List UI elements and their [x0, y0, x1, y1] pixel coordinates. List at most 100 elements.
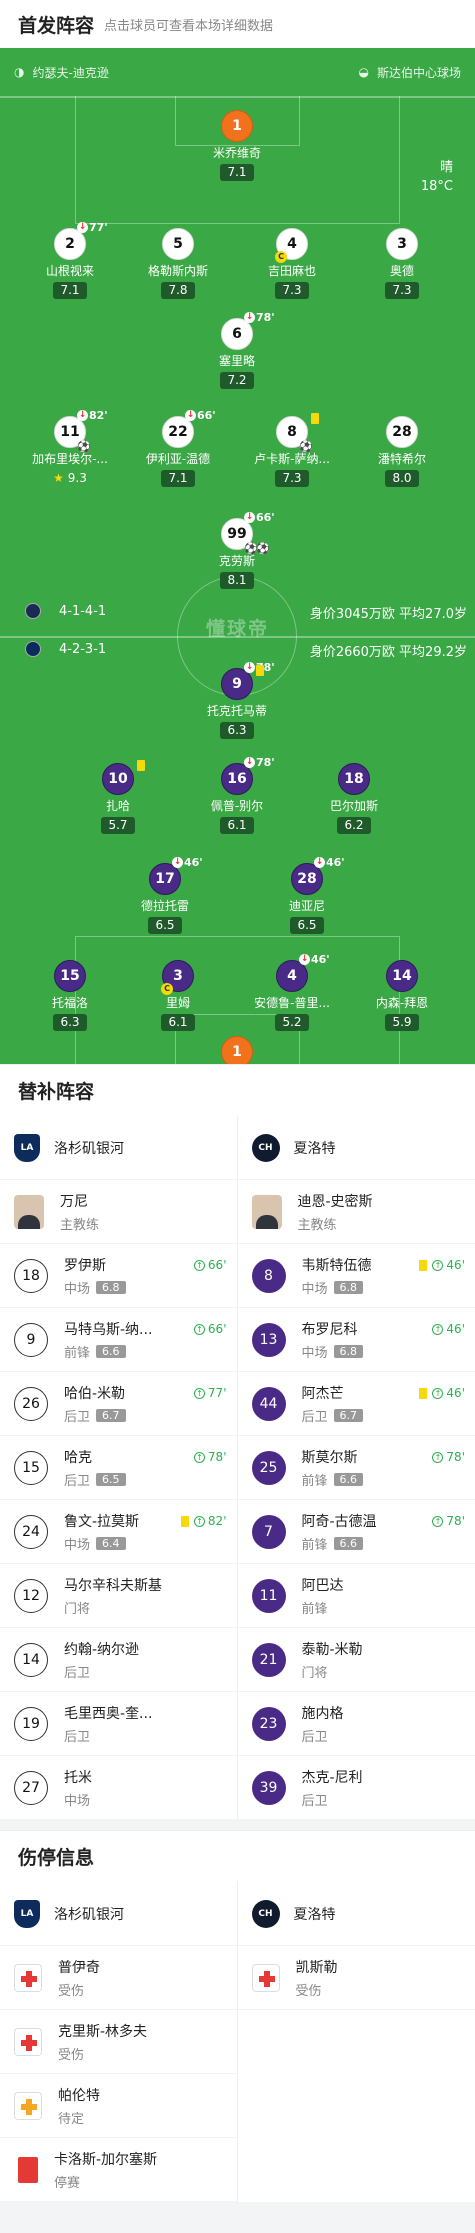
- injury-row[interactable]: 普伊奇 受伤: [0, 1946, 237, 2010]
- player-home-22[interactable]: 22 ↓ 66' 伊利亚-温德 7.1: [130, 409, 226, 487]
- player-name: 扎哈: [105, 799, 130, 813]
- goal-icon: ⚽: [256, 542, 270, 555]
- jersey-number: 2 ↓ 77': [54, 221, 108, 260]
- player-position: 前锋: [301, 1601, 328, 1617]
- sub-player-row[interactable]: 8 韦斯特伍德 中场 6.8 ↑ 46': [237, 1244, 475, 1308]
- player-away-17[interactable]: 17 ↓ 46' 德拉托雷 6.5: [117, 856, 213, 934]
- sub-player-row[interactable]: 27 托米 中场: [0, 1756, 237, 1820]
- sub-in-icon: ↑: [432, 1259, 444, 1271]
- player-away-16[interactable]: 16 ↓ 78' 佩普-别尔 6.1: [189, 756, 285, 834]
- charlotte-icon: [25, 641, 41, 657]
- sub-in-icon: ↑: [193, 1451, 205, 1463]
- la-galaxy-logo: LA: [14, 1133, 40, 1162]
- jersey-number: 3C: [161, 960, 194, 995]
- player-rating: 6.8: [333, 1344, 364, 1358]
- sub-player-row[interactable]: 13 布罗尼科 中场 6.8 ↑ 46': [237, 1308, 475, 1372]
- player-away-28[interactable]: 28 ↓ 46' 迪亚尼 6.5: [259, 856, 355, 934]
- subs-away-column: CH 夏洛特 迪恩-史密斯 主教练 8 韦斯特伍德 中场 6.8 ↑ 46' 13 布罗尼科 中场 6…: [237, 1116, 475, 1820]
- sub-player-row[interactable]: 12 马尔辛科夫斯基 门将: [0, 1564, 237, 1628]
- jersey-number: 1: [221, 110, 253, 142]
- player-home-4[interactable]: 4 C 吉田麻也 7.3: [244, 228, 340, 299]
- sub-player-row[interactable]: 25 斯莫尔斯 前锋 6.6 ↑ 78': [237, 1436, 475, 1500]
- sub-player-row[interactable]: 9 马特乌斯-纳... 前锋 6.6 ↑ 66': [0, 1308, 237, 1372]
- player-home-5[interactable]: 5 格勒斯内斯 7.8: [130, 228, 226, 299]
- sub-in-indicator: ↑ 78': [432, 1514, 465, 1528]
- player-name: 阿杰芒: [301, 1385, 344, 1402]
- substitution-indicator: ↓ 78': [244, 311, 275, 324]
- medical-icon: [251, 1963, 280, 1992]
- captain-badge: C: [275, 251, 287, 263]
- la-galaxy-logo: LA: [14, 1899, 40, 1928]
- player-away-14[interactable]: 14 内森-拜恩 5.9: [354, 960, 450, 1031]
- player-home-99[interactable]: 99 ↓ 66' ⚽ ⚽ 克劳斯 8.1: [189, 511, 285, 589]
- player-name: 山根视来: [45, 264, 94, 278]
- la-galaxy-icon: [25, 603, 41, 619]
- jersey-number: 8 ⚽: [276, 413, 319, 453]
- injury-row[interactable]: 卡洛斯-加尔塞斯 停赛: [0, 2138, 237, 2202]
- yellow-card-icon: [419, 1259, 428, 1271]
- player-away-4[interactable]: 4 ↓ 46' 安德鲁-普里... 5.2: [244, 953, 340, 1031]
- player-name: 卡洛斯-加尔塞斯: [54, 2151, 158, 2168]
- player-home-6[interactable]: 6 ↓ 78' 塞里略 7.2: [189, 311, 285, 389]
- sub-player-row[interactable]: 44 阿杰芒 后卫 6.7 ↑ 46': [237, 1372, 475, 1436]
- team-row-away[interactable]: CH 夏洛特: [237, 1882, 475, 1946]
- sub-player-row[interactable]: 39 杰克-尼利 后卫: [237, 1756, 475, 1820]
- player-away-3[interactable]: 3 C 里姆 6.1: [130, 960, 226, 1031]
- sub-player-row[interactable]: 21 泰勒-米勒 门将: [237, 1628, 475, 1692]
- player-home-8[interactable]: 8 ⚽ 卢卡斯-萨纳... 7.3: [244, 413, 340, 487]
- team-row-home[interactable]: LA 洛杉矶银河: [0, 1116, 237, 1180]
- whistle-icon: ◑: [14, 65, 25, 79]
- page-title: 首发阵容: [18, 14, 95, 37]
- yellow-card-icon: [419, 1387, 428, 1399]
- jersey-number: 39: [251, 1770, 286, 1805]
- player-away-15[interactable]: 15 托福洛 6.3: [22, 960, 118, 1031]
- player-away-10[interactable]: 10 扎哈 5.7: [70, 760, 166, 834]
- player-away-9[interactable]: 9 ↓ 78' 托克托马蒂 6.3: [189, 661, 285, 739]
- substitution-indicator: ↓ 77': [77, 221, 108, 234]
- coach-row-home[interactable]: 万尼 主教练: [0, 1180, 237, 1244]
- player-away-18[interactable]: 18 巴尔加斯 6.2: [306, 763, 402, 834]
- sub-player-row[interactable]: 7 阿奇-古德温 前锋 6.6 ↑ 78': [237, 1500, 475, 1564]
- sub-player-row[interactable]: 26 哈伯-米勒 后卫 6.7 ↑ 77': [0, 1372, 237, 1436]
- team-row-away[interactable]: CH 夏洛特: [237, 1116, 475, 1180]
- sub-out-icon: ↓: [172, 857, 183, 868]
- sub-player-row[interactable]: 19 毛里西奥-奎... 后卫: [0, 1692, 237, 1756]
- subs-home-column: LA 洛杉矶银河 万尼 主教练 18 罗伊斯 中场 6.8 ↑ 66' 9 马特乌斯-纳... 前锋…: [0, 1116, 238, 1820]
- sub-player-row[interactable]: 11 阿巴达 前锋: [237, 1564, 475, 1628]
- sub-in-icon: ↑: [432, 1387, 444, 1399]
- player-rating: 6.8: [96, 1280, 126, 1294]
- player-home-28[interactable]: 28 潘特希尔 8.0: [354, 416, 450, 487]
- red-card-icon: [18, 2156, 38, 2183]
- jersey-number: 19: [14, 1706, 48, 1741]
- injury-row[interactable]: 凯斯勒 受伤: [237, 1946, 475, 2010]
- player-name: 吉田麻也: [267, 264, 316, 278]
- sub-player-row[interactable]: 14 约翰-纳尔逊 后卫: [0, 1628, 237, 1692]
- player-home-3[interactable]: 3 奥德 7.3: [354, 228, 450, 299]
- sub-in-indicator: ↑ 78': [432, 1450, 465, 1464]
- player-rating: 7.1: [220, 164, 254, 181]
- away-value: 身价2660万欧 平均29.2岁: [309, 645, 467, 660]
- player-home-11[interactable]: 11 ↓ 82' ⚽ 加布里埃尔-... ★ 9.3: [22, 409, 118, 487]
- jersey-number: 16 ↓ 78': [221, 756, 275, 795]
- player-name: 马特乌斯-纳...: [64, 1321, 153, 1338]
- player-position: 后卫: [64, 1473, 91, 1489]
- jersey-number: 5: [162, 228, 194, 260]
- sub-player-row[interactable]: 23 施内格 后卫: [237, 1692, 475, 1756]
- sub-player-row[interactable]: 15 哈克 后卫 6.5 ↑ 78': [0, 1436, 237, 1500]
- injury-row[interactable]: 克里斯-林多夫 受伤: [0, 2010, 237, 2074]
- sub-in-icon: ↑: [432, 1451, 444, 1463]
- sub-in-indicator: ↑ 82': [180, 1514, 227, 1528]
- injury-row[interactable]: 帕伦特 待定: [0, 2074, 237, 2138]
- player-home-2[interactable]: 2 ↓ 77' 山根视来 7.1: [22, 221, 118, 299]
- sub-in-icon: ↑: [193, 1323, 205, 1335]
- player-name: 德拉托雷: [140, 899, 189, 913]
- coach-row-away[interactable]: 迪恩-史密斯 主教练: [237, 1180, 475, 1244]
- sub-player-row[interactable]: 24 鲁文-拉莫斯 中场 6.4 ↑ 82': [0, 1500, 237, 1564]
- player-name: 迪亚尼: [288, 899, 325, 913]
- player-home-1[interactable]: 1 米乔维奇 7.1: [189, 110, 285, 181]
- player-away-1[interactable]: 1卡赫利纳8.8: [189, 1036, 285, 1064]
- player-position: 后卫: [64, 1409, 91, 1425]
- jersey-number: 17 ↓ 46': [149, 856, 203, 895]
- team-row-home[interactable]: LA 洛杉矶银河: [0, 1882, 237, 1946]
- sub-player-row[interactable]: 18 罗伊斯 中场 6.8 ↑ 66': [0, 1244, 237, 1308]
